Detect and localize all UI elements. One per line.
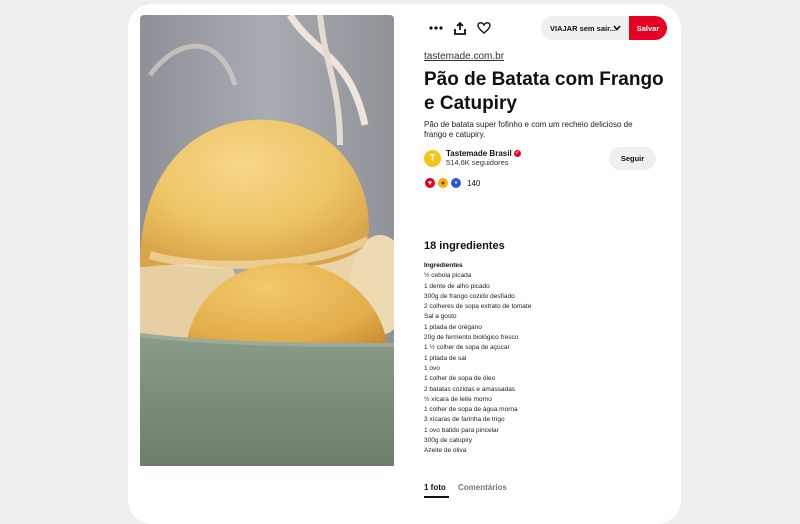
ingredient-item: 1 ½ colher de sopa de açúcar bbox=[424, 344, 510, 352]
pin-toolbar: VIAJAR sem sair... Salvar bbox=[424, 16, 674, 40]
author-name[interactable]: Tastemade Brasil ✓ bbox=[446, 149, 521, 158]
more-icon[interactable] bbox=[424, 16, 448, 40]
heart-reaction-icon: ♥ bbox=[424, 177, 436, 189]
author-row: T Tastemade Brasil ✓ 514,6K seguidores S… bbox=[424, 147, 664, 172]
save-button-label: Salvar bbox=[636, 23, 660, 33]
ingredient-item: 1 colher de sopa de água morna bbox=[424, 406, 518, 414]
reactions[interactable]: ♥ ● • 140 bbox=[424, 177, 480, 189]
avatar[interactable]: T bbox=[424, 150, 441, 167]
good-idea-reaction-icon: • bbox=[450, 177, 462, 189]
author-name-label: Tastemade Brasil bbox=[446, 149, 512, 158]
follower-count: 514,6K seguidores bbox=[446, 158, 509, 167]
save-button[interactable]: Salvar bbox=[629, 16, 667, 40]
ingredient-item: 300g de frango cozido desfiado bbox=[424, 292, 515, 300]
tab-photos[interactable]: 1 foto bbox=[424, 483, 446, 492]
ingredient-item: Sal a gosto bbox=[424, 313, 457, 321]
ingredient-item: 1 ovo batido para pincelar bbox=[424, 426, 499, 434]
source-link[interactable]: tastemade.com.br bbox=[424, 51, 504, 62]
pin-title: Pão de Batata com Frango e Catupiry bbox=[424, 69, 664, 114]
ingredient-item: Azeite de oliva bbox=[424, 447, 467, 455]
chevron-down-icon bbox=[613, 24, 621, 33]
avatar-glyph: T bbox=[429, 153, 436, 164]
ingredient-item: 1 pitada de orégano bbox=[424, 323, 482, 331]
ingredient-item: 2 batatas cozidas e amassadas bbox=[424, 385, 516, 393]
active-tab-indicator bbox=[424, 496, 449, 498]
ingredient-item: 1 colher de sopa de óleo bbox=[424, 375, 496, 383]
ingredients-section-title: Ingredientes bbox=[424, 262, 463, 269]
ingredient-item: 1 ovo bbox=[424, 364, 440, 372]
ingredient-item: ½ xícara de leite morno bbox=[424, 395, 492, 403]
pin-description: Pão de batata super fofinho e com um rec… bbox=[424, 120, 633, 139]
ingredient-item: 300g de catupiry bbox=[424, 437, 473, 445]
share-icon[interactable] bbox=[448, 16, 472, 40]
pin-card: VIAJAR sem sair... Salvar tastemade.com.… bbox=[128, 4, 681, 524]
reaction-count: 140 bbox=[467, 178, 481, 188]
wow-reaction-icon: ● bbox=[437, 177, 449, 189]
ingredient-item: 3 xícaras de farinha de trigo bbox=[424, 416, 505, 424]
follow-button-label: Seguir bbox=[620, 154, 645, 163]
pin-tabs: 1 foto Comentários bbox=[424, 483, 664, 501]
board-select-label: VIAJAR sem sair... bbox=[550, 23, 616, 33]
tab-comments[interactable]: Comentários bbox=[458, 483, 507, 492]
ingredient-item: 1 dente de alho picado bbox=[424, 282, 490, 290]
ingredients-list: Ingredientes ½ cebola picada 1 dente de … bbox=[424, 261, 664, 457]
heart-icon[interactable] bbox=[472, 16, 496, 40]
ingredient-item: 1 pitada de sal bbox=[424, 354, 467, 362]
board-select[interactable]: VIAJAR sem sair... bbox=[541, 16, 629, 40]
verified-icon: ✓ bbox=[513, 150, 521, 157]
ingredients-heading: 18 ingredientes bbox=[424, 240, 505, 252]
ingredient-item: 2 colheres de sopa extrato de tomate bbox=[424, 303, 532, 311]
pin-image[interactable] bbox=[140, 15, 394, 466]
ingredient-item: ½ cebola picada bbox=[424, 272, 472, 280]
follow-button[interactable]: Seguir bbox=[609, 147, 656, 170]
ingredient-item: 20g de fermento biológico fresco bbox=[424, 334, 519, 342]
